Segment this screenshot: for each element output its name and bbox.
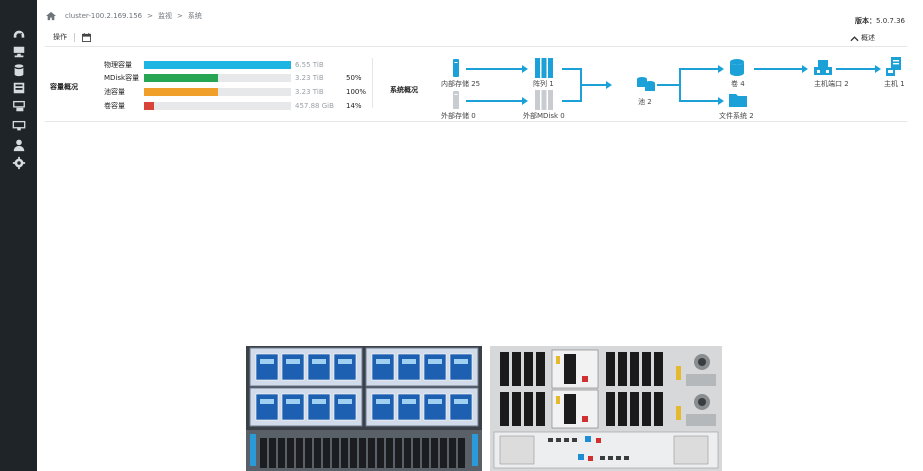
flow-arrow (580, 84, 608, 86)
capacity-bar-track (144, 61, 291, 69)
capacity-value: 3.23 TiB (295, 88, 324, 96)
flow-arrow (466, 68, 524, 70)
actions-button[interactable]: 操作 (53, 32, 67, 42)
capacity-bar-track (144, 74, 291, 82)
external-mdisk-label[interactable]: 外部MDisk 0 (523, 111, 565, 121)
external-mdisk-icon[interactable] (535, 90, 553, 110)
flow-arrow (679, 68, 720, 70)
external-storage-icon[interactable] (452, 91, 460, 109)
enclosure-front-graphic (246, 346, 482, 471)
flow-arrow (754, 68, 804, 70)
access-icon[interactable] (0, 136, 37, 154)
capacity-percent: 50% (346, 74, 362, 82)
capacity-label: 池容量 (104, 88, 125, 96)
overview-divider (45, 121, 907, 122)
flow-arrow (562, 100, 582, 102)
flow-arrow (466, 100, 524, 102)
overview-toggle[interactable]: 概述 (850, 33, 875, 43)
enclosure-rear-graphic (490, 346, 722, 471)
breadcrumb-separator: > (147, 12, 153, 20)
section-divider (372, 58, 373, 108)
filesystem-icon[interactable] (729, 93, 747, 107)
host-port-icon[interactable] (814, 60, 832, 76)
settings-icon[interactable] (0, 154, 37, 172)
capacity-percent: 14% (346, 102, 362, 110)
capacity-value: 6.55 TiB (295, 61, 324, 69)
hosts-icon[interactable] (0, 97, 37, 115)
flow-arrow (679, 68, 681, 102)
toolbar: 操作 (45, 30, 91, 44)
arrowhead (718, 97, 724, 105)
capacity-overview-title: 容量概况 (50, 83, 78, 91)
array-icon[interactable] (535, 58, 553, 78)
host-icon[interactable] (886, 57, 902, 77)
header-divider (45, 46, 907, 47)
capacity-label: MDisk容量 (104, 74, 140, 82)
pools-icon[interactable] (0, 61, 37, 79)
capacity-value: 457.88 GiB (295, 102, 334, 110)
capacity-row: 物理容量 6.55 TiB (104, 59, 324, 71)
enclosure-rear-view[interactable] (490, 346, 722, 471)
arrowhead (718, 65, 724, 73)
volume-icon[interactable] (729, 59, 745, 77)
dashboard-icon[interactable] (0, 26, 37, 44)
capacity-bar-track (144, 88, 291, 96)
version-label: 版本： (855, 17, 877, 25)
breadcrumb: cluster-100.2.169.156 > 监视 > 系统 (45, 9, 202, 23)
arrays-label[interactable]: 阵列 1 (533, 79, 554, 89)
version-value: 5.0.7.36 (876, 17, 905, 25)
toolbar-divider (74, 32, 75, 42)
capacity-percent: 100% (346, 88, 367, 96)
flow-arrow (562, 68, 582, 70)
arrowhead (802, 65, 808, 73)
monitoring-icon[interactable] (0, 43, 37, 61)
hosts-label[interactable]: 主机 1 (884, 79, 905, 89)
flow-arrow (836, 68, 877, 70)
capacity-label: 物理容量 (104, 61, 132, 69)
capacity-value: 3.23 TiB (295, 74, 324, 82)
host-ports-label[interactable]: 主机端口 2 (814, 79, 849, 89)
capacity-bar-fill (144, 61, 291, 69)
pools-label[interactable]: 池 2 (638, 97, 652, 107)
capacity-bar-fill (144, 102, 155, 110)
overview-label: 概述 (861, 34, 875, 42)
arrowhead (522, 97, 528, 105)
breadcrumb-system: 系统 (187, 12, 202, 20)
home-icon[interactable] (45, 11, 57, 21)
chevron-up-icon (850, 35, 859, 41)
capacity-bar-fill (144, 88, 218, 96)
system-overview-title: 系统概况 (390, 86, 418, 94)
capacity-label: 卷容量 (104, 102, 125, 110)
flow-arrow (679, 100, 720, 102)
volumes-label[interactable]: 卷 4 (731, 79, 745, 89)
internal-storage-label[interactable]: 内部存储 25 (441, 79, 480, 89)
sidebar (0, 0, 37, 471)
enclosure-front-view[interactable] (246, 346, 482, 471)
pool-icon[interactable] (636, 76, 656, 92)
volumes-icon[interactable] (0, 79, 37, 97)
breadcrumb-monitoring[interactable]: 监视 (158, 11, 172, 21)
flow-arrow (657, 84, 681, 86)
arrowhead (522, 65, 528, 73)
capacity-row: MDisk容量 3.23 TiB 50% (104, 72, 362, 84)
capacity-row: 池容量 3.23 TiB 100% (104, 86, 366, 98)
capacity-row: 卷容量 457.88 GiB 14% (104, 100, 362, 112)
filesystems-label[interactable]: 文件系统 2 (719, 111, 754, 121)
arrowhead (875, 65, 881, 73)
external-storage-label[interactable]: 外部存储 0 (441, 111, 476, 121)
capacity-bar-fill (144, 74, 218, 82)
copy-services-icon[interactable] (0, 117, 37, 135)
capacity-bar-track (144, 102, 291, 110)
breadcrumb-cluster[interactable]: cluster-100.2.169.156 (65, 12, 142, 20)
internal-storage-icon[interactable] (452, 59, 460, 77)
arrowhead (606, 81, 612, 89)
app-window: cluster-100.2.169.156 > 监视 > 系统 版本：5.0.7… (0, 0, 923, 471)
breadcrumb-separator: > (176, 12, 183, 20)
version-info: 版本：5.0.7.36 (855, 16, 905, 26)
calendar-icon[interactable] (82, 32, 91, 42)
